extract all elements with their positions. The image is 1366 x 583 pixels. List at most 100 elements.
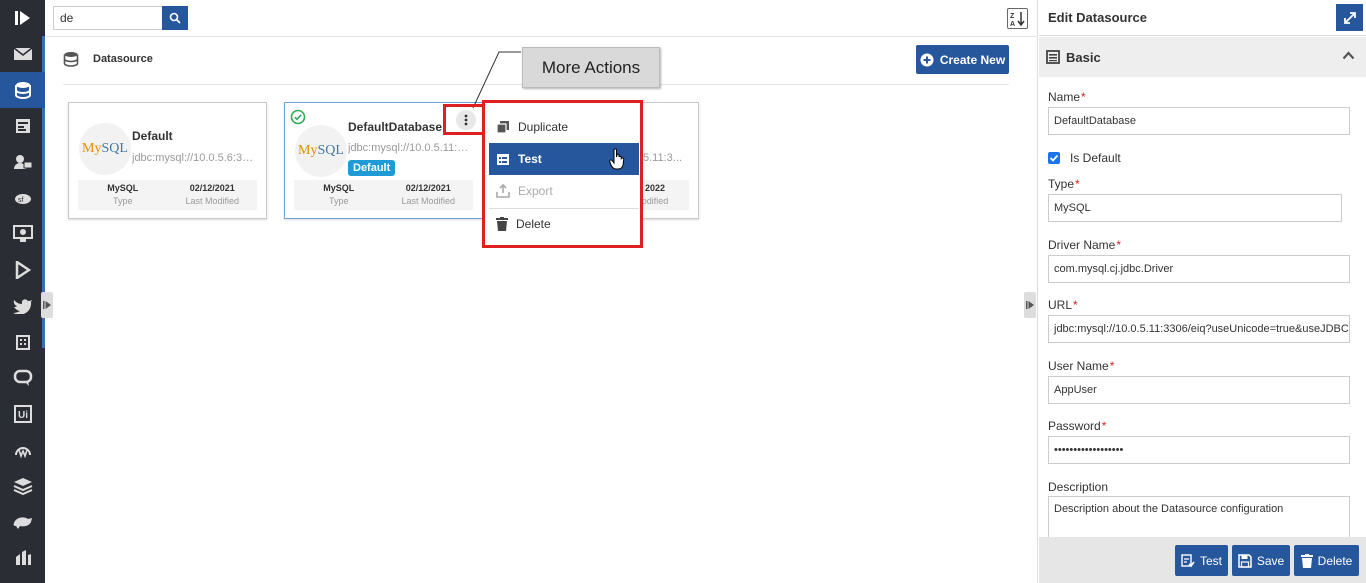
svg-text:Z: Z <box>1010 13 1015 20</box>
is-default-label: Is Default <box>1070 151 1121 165</box>
card-name: Default <box>132 129 173 143</box>
url-label: URL* <box>1048 298 1078 312</box>
hand-cursor-icon <box>609 148 625 170</box>
svg-text:sf: sf <box>18 197 24 204</box>
trash-icon <box>496 217 508 231</box>
card-type-value: MySQL <box>323 183 355 193</box>
edit-panel: Edit Datasource Basic Name* DefaultDatab… <box>1039 0 1366 583</box>
driver-name-label: Driver Name* <box>1048 238 1122 252</box>
password-label: Password* <box>1048 419 1107 433</box>
datasource-card[interactable]: My SQL Default jdbc:mysql://10.0.5.6:3306… <box>68 102 267 219</box>
monitor-icon[interactable] <box>0 216 45 252</box>
panel-footer: Test Save Delete <box>1039 537 1366 583</box>
expand-button[interactable] <box>1336 4 1363 31</box>
app-logo-icon[interactable] <box>0 0 45 36</box>
is-default-checkbox[interactable] <box>1048 152 1060 164</box>
save-button[interactable]: Save <box>1232 545 1290 576</box>
card-footer: MySQL Type 02/12/2021 Last Modified <box>294 180 473 210</box>
mysql-logo: My SQL <box>295 125 347 177</box>
delete-button[interactable]: Delete <box>1294 545 1359 576</box>
building-icon[interactable] <box>0 324 45 360</box>
ui-icon[interactable]: Ui <box>0 396 45 432</box>
name-field[interactable]: DefaultDatabase <box>1048 107 1350 135</box>
collapse-icon <box>1026 301 1034 309</box>
is-default-row: Is Default <box>1048 151 1121 165</box>
expand-icon <box>1343 11 1356 24</box>
user-mail-icon[interactable] <box>0 144 45 180</box>
search-button[interactable] <box>162 6 188 30</box>
basic-section-header[interactable]: Basic <box>1039 37 1366 77</box>
card-date-value: 02/12/2021 <box>189 183 235 193</box>
card-type-label: Type <box>328 196 349 206</box>
chevron-up-icon[interactable] <box>1342 51 1355 60</box>
svg-text:A: A <box>1010 21 1015 27</box>
search-icon <box>169 12 181 24</box>
description-label: Description <box>1048 480 1109 494</box>
play-icon[interactable] <box>0 252 45 288</box>
card-type-value: MySQL <box>107 183 139 193</box>
left-collapse-handle[interactable] <box>41 292 53 318</box>
page-title: Datasource <box>63 51 153 67</box>
card-name: DefaultDatabase <box>348 120 443 134</box>
menu-item-duplicate[interactable]: Duplicate <box>489 111 639 143</box>
svg-text:Ui: Ui <box>18 410 28 421</box>
report-icon[interactable] <box>0 108 45 144</box>
save-icon <box>1238 553 1252 568</box>
search-input[interactable] <box>53 6 163 30</box>
export-icon <box>496 184 510 198</box>
panel-header: Edit Datasource <box>1039 0 1366 36</box>
create-new-button[interactable]: Create New <box>916 45 1009 74</box>
more-actions-highlight <box>443 104 485 135</box>
test-icon <box>497 154 509 165</box>
menu-item-delete[interactable]: Delete <box>489 208 639 240</box>
more-actions-menu: Duplicate Test Export Delete <box>482 100 643 248</box>
form-icon <box>1046 50 1060 64</box>
trash-icon <box>1300 553 1313 568</box>
database-icon <box>63 52 79 67</box>
card-url: 5.11:3... <box>643 152 682 164</box>
test-icon <box>1181 553 1195 567</box>
menu-item-test[interactable]: Test <box>489 143 639 175</box>
driver-name-field[interactable]: com.mysql.cj.jdbc.Driver <box>1048 255 1350 283</box>
type-field[interactable]: MySQL <box>1048 194 1342 222</box>
default-badge: Default <box>348 160 396 176</box>
right-collapse-handle[interactable] <box>1024 292 1036 318</box>
test-button[interactable]: Test <box>1175 545 1228 576</box>
collapse-icon <box>43 301 51 309</box>
mysql-logo: My SQL <box>79 123 131 175</box>
card-type-label: Type <box>112 196 133 206</box>
sort-button[interactable]: ZA <box>1007 8 1028 29</box>
app-sidebar: sf Ui <box>0 0 45 583</box>
animal-icon[interactable] <box>0 504 45 540</box>
basic-section-title: Basic <box>1066 49 1101 65</box>
wave-icon[interactable] <box>0 432 45 468</box>
plus-circle-icon <box>920 53 934 66</box>
card-footer: MySQL Type 02/12/2021 Last Modified <box>78 180 257 210</box>
layers-icon[interactable] <box>0 468 45 504</box>
url-field[interactable]: jdbc:mysql://10.0.5.11:3306/eiq?useUnico… <box>1048 315 1350 343</box>
card-date-label: Last Modified <box>401 196 456 206</box>
check-circle-icon <box>290 109 306 125</box>
user-name-label: User Name* <box>1048 359 1115 373</box>
page-title-text: Datasource <box>93 53 153 65</box>
cloud-service-icon[interactable]: sf <box>0 180 45 216</box>
analytics-icon[interactable] <box>0 540 45 576</box>
chat-icon[interactable] <box>0 360 45 396</box>
mail-icon[interactable] <box>0 36 45 72</box>
duplicate-icon <box>496 121 509 134</box>
user-name-field[interactable]: AppUser <box>1048 376 1350 404</box>
card-date-label: Last Modified <box>185 196 240 206</box>
name-label: Name* <box>1048 90 1086 104</box>
card-url: jdbc:mysql://10.0.5.11:3306/eiq <box>348 142 473 154</box>
more-actions-callout: More Actions <box>522 47 660 88</box>
panel-title: Edit Datasource <box>1048 10 1147 25</box>
type-label: Type* <box>1048 177 1080 191</box>
description-field[interactable]: Description about the Datasource configu… <box>1048 496 1350 540</box>
card-url: jdbc:mysql://10.0.5.6:3306/ <box>132 152 257 164</box>
database-icon[interactable] <box>0 72 45 108</box>
password-field[interactable]: •••••••••••••••••• <box>1048 436 1350 464</box>
menu-item-export[interactable]: Export <box>489 175 639 207</box>
twitter-icon[interactable] <box>0 288 45 324</box>
header-divider <box>45 36 1038 37</box>
card-date-value: 02/12/2021 <box>405 183 451 193</box>
